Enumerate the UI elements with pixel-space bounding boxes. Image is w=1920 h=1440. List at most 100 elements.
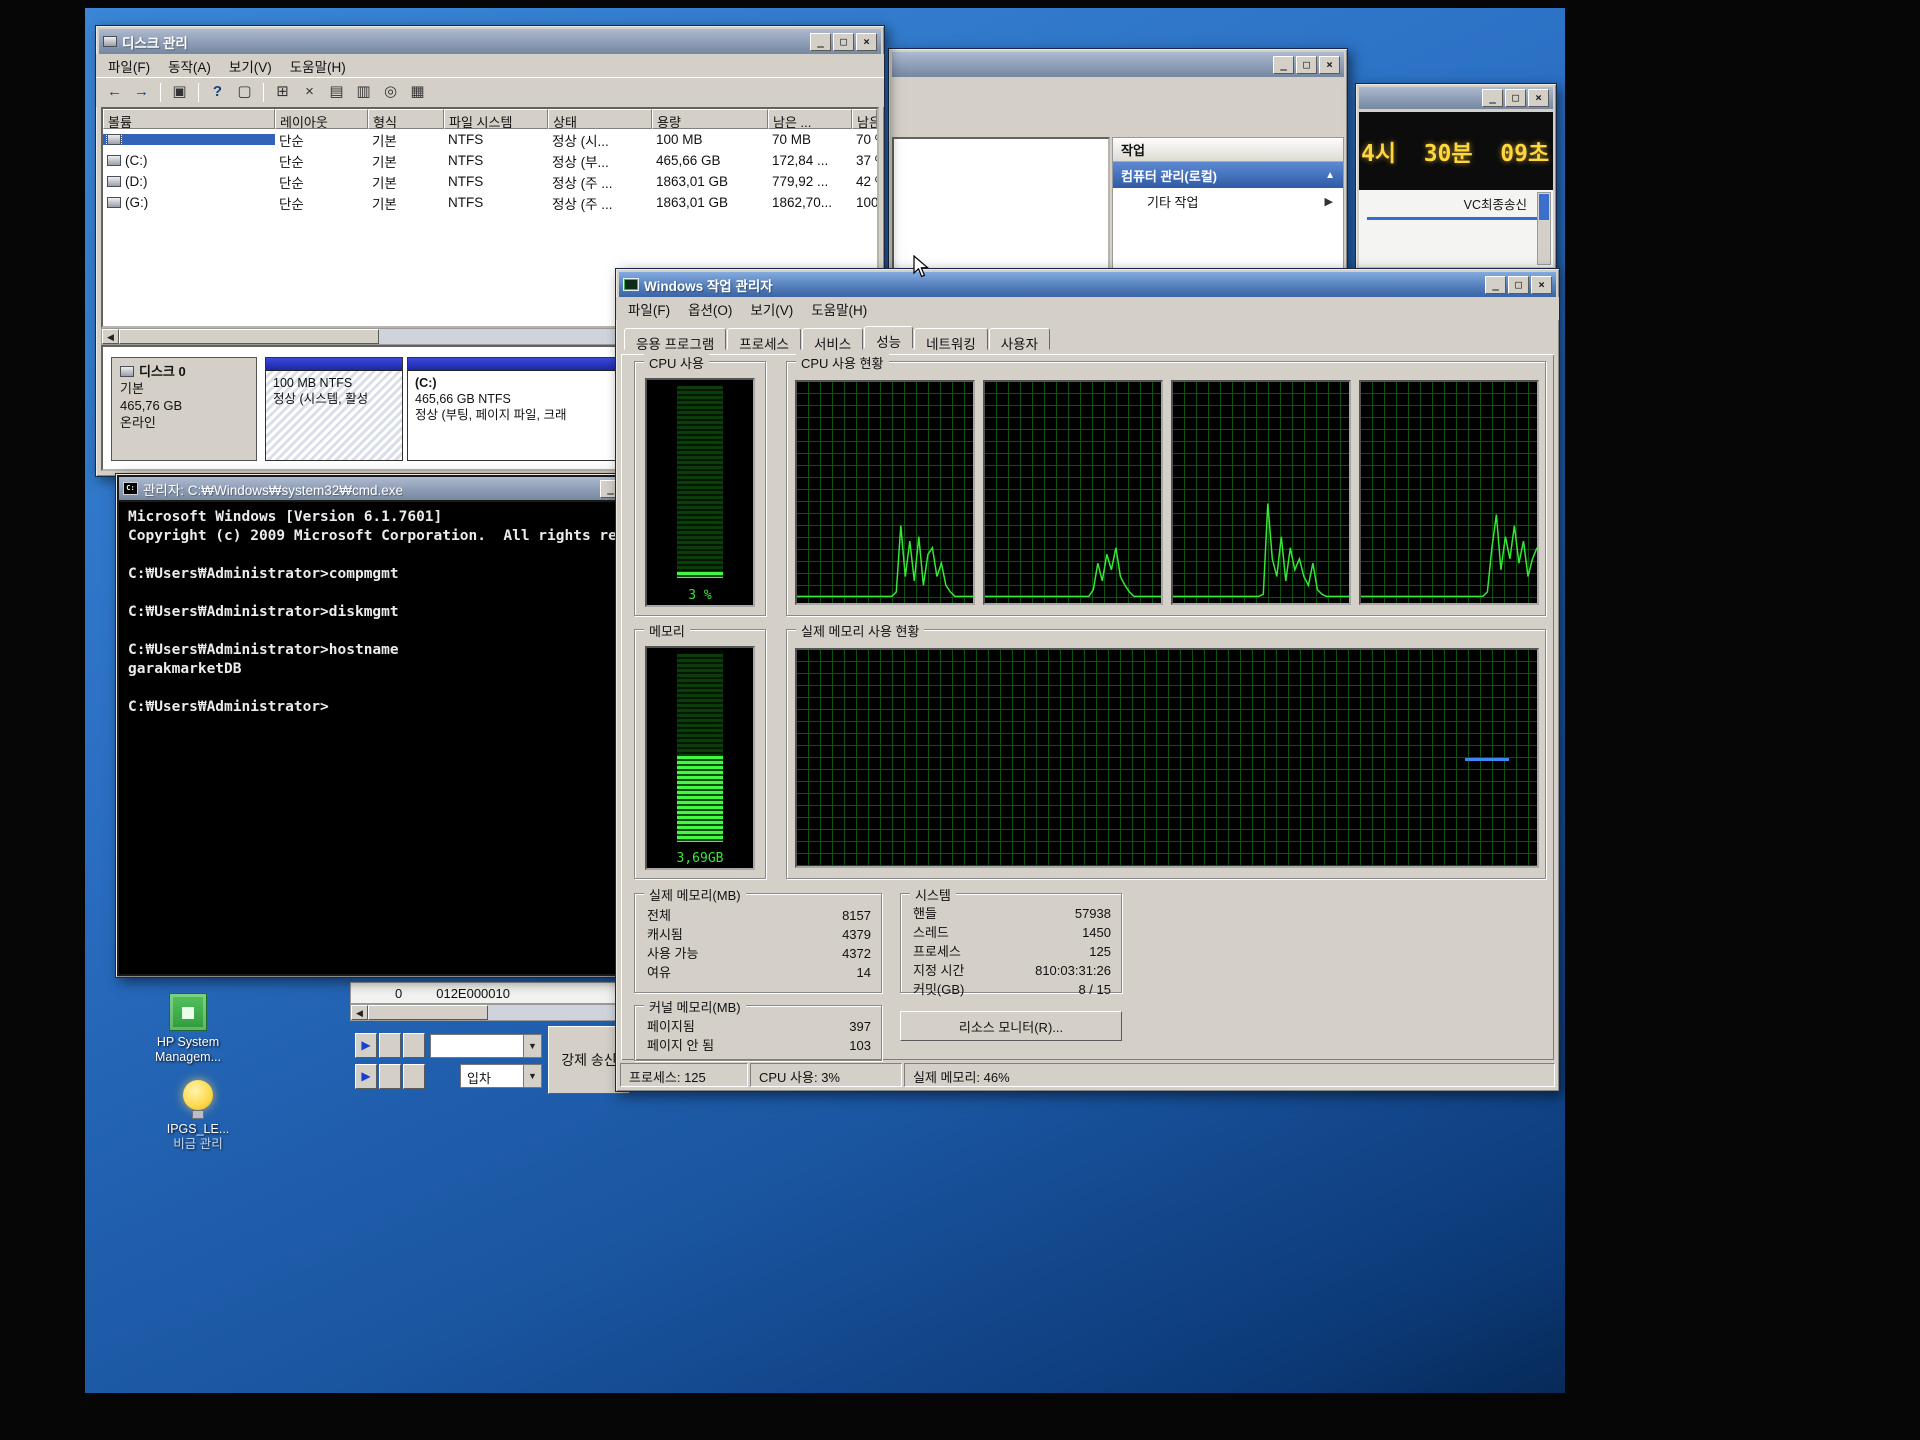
- stat-row: 지정 시간810:03:31:26: [901, 961, 1121, 980]
- play-button[interactable]: ▶: [355, 1033, 377, 1058]
- volume-row[interactable]: (D:) 단순 기본 NTFS 정상 (주 ... 1863,01 GB 779…: [103, 171, 877, 192]
- volume-cell[interactable]: (G:): [103, 195, 275, 210]
- minimize-button[interactable]: _: [1482, 89, 1503, 107]
- diskmgmt-toolbar: ← → ▣ ? ▢ ⊞ × ▤ ▥ ◎ ▦: [96, 77, 884, 107]
- scrollbar-thumb[interactable]: [1539, 194, 1549, 220]
- column-header-type[interactable]: 형식: [368, 109, 444, 129]
- volume-icon: [107, 155, 121, 166]
- help-icon[interactable]: ?: [205, 81, 230, 104]
- tab-applications[interactable]: 응용 프로그램: [624, 328, 726, 350]
- volume-cell[interactable]: (C:): [103, 153, 275, 168]
- menu-view[interactable]: 보기(V): [220, 53, 281, 79]
- dropdown-select[interactable]: ▼: [430, 1034, 542, 1058]
- search-icon[interactable]: ◎: [378, 81, 403, 104]
- menu-help[interactable]: 도움말(H): [802, 296, 876, 322]
- volume-cell[interactable]: (D:): [103, 174, 275, 189]
- scrollbar-thumb[interactable]: [119, 329, 379, 344]
- column-header-capacity[interactable]: 용량: [652, 109, 768, 129]
- diskmgmt-titlebar[interactable]: 디스크 관리 _ □ ×: [99, 29, 881, 54]
- maximize-button[interactable]: □: [1296, 56, 1317, 74]
- cell-status: 정상 (시...: [548, 130, 652, 150]
- code-strip: 0 012E000010: [350, 982, 620, 1004]
- entry-dropdown[interactable]: 입차 ▼: [460, 1064, 542, 1088]
- memory-gauge-fill: [677, 756, 723, 842]
- chevron-right-icon: ▶: [1325, 195, 1333, 208]
- back-icon[interactable]: ←: [102, 81, 127, 104]
- memory-gauge: 3,69GB: [645, 646, 755, 870]
- views-icon[interactable]: ▦: [405, 81, 430, 104]
- delete-icon[interactable]: ×: [297, 81, 322, 104]
- column-header-filesystem[interactable]: 파일 시스템: [444, 109, 548, 129]
- horizontal-scrollbar[interactable]: ◀: [350, 1004, 620, 1021]
- close-button[interactable]: ×: [1531, 276, 1552, 294]
- scroll-left-icon[interactable]: ◀: [351, 1005, 368, 1020]
- blank-button[interactable]: [403, 1064, 425, 1089]
- desktop-icon-ipgs[interactable]: IPGS_LE... 비금 관리: [143, 1080, 253, 1152]
- partition-system[interactable]: 100 MB NTFS 정상 (시스템, 활성: [265, 357, 403, 461]
- vertical-scrollbar[interactable]: [1537, 192, 1551, 265]
- minimize-button[interactable]: _: [810, 33, 831, 51]
- minimize-button[interactable]: _: [1273, 56, 1294, 74]
- column-header-status[interactable]: 상태: [548, 109, 652, 129]
- collapse-icon[interactable]: ▲: [1325, 170, 1335, 181]
- blank-button[interactable]: [403, 1033, 425, 1058]
- maximize-button[interactable]: □: [1508, 276, 1529, 294]
- open-folder-icon[interactable]: ▥: [351, 81, 376, 104]
- actions-item-more-actions[interactable]: 기타 작업 ▶: [1113, 188, 1343, 214]
- resource-monitor-button[interactable]: 리소스 모니터(R)...: [900, 1011, 1122, 1041]
- actions-item-computer-management[interactable]: 컴퓨터 관리(로컬) ▲: [1113, 162, 1343, 188]
- stat-row: 페이지 안 됨103: [635, 1036, 881, 1055]
- menu-file[interactable]: 파일(F): [619, 296, 679, 322]
- cell-status: 정상 (주 ...: [548, 193, 652, 213]
- close-button[interactable]: ×: [1528, 89, 1549, 107]
- cmd-line: garakmarketDB: [128, 660, 662, 679]
- chevron-down-icon[interactable]: ▼: [523, 1065, 541, 1087]
- volume-row[interactable]: (C:) 단순 기본 NTFS 정상 (부... 465,66 GB 172,8…: [103, 150, 877, 171]
- properties-icon[interactable]: ▤: [324, 81, 349, 104]
- forward-icon[interactable]: →: [129, 81, 154, 104]
- close-button[interactable]: ×: [856, 33, 877, 51]
- chevron-down-icon[interactable]: ▼: [523, 1035, 541, 1057]
- desktop-icon-hp-system[interactable]: HP System Managem...: [133, 993, 243, 1065]
- tab-services[interactable]: 서비스: [802, 328, 863, 350]
- play-button[interactable]: ▶: [355, 1064, 377, 1089]
- disk0-info-panel[interactable]: 디스크 0 기본 465,76 GB 온라인: [111, 357, 257, 461]
- volume-cell-selected[interactable]: [103, 134, 275, 145]
- tab-networking[interactable]: 네트워킹: [914, 328, 988, 350]
- blank-button[interactable]: [379, 1033, 401, 1058]
- minimize-button[interactable]: _: [1485, 276, 1506, 294]
- scroll-left-icon[interactable]: ◀: [102, 329, 119, 344]
- cmd-output[interactable]: Microsoft Windows [Version 6.1.7601] Cop…: [119, 502, 671, 974]
- compmgmt-titlebar[interactable]: _ □ ×: [892, 52, 1344, 77]
- column-header-layout[interactable]: 레이아웃: [275, 109, 368, 129]
- menu-options[interactable]: 옵션(O): [679, 296, 741, 322]
- maximize-button[interactable]: □: [1505, 89, 1526, 107]
- kernel-memory-groupbox: 커널 메모리(MB) 페이지됨397 페이지 안 됨103: [634, 1005, 882, 1061]
- menu-action[interactable]: 동작(A): [159, 53, 220, 79]
- blank-button[interactable]: [379, 1064, 401, 1089]
- console-window-icon[interactable]: ▣: [167, 81, 192, 104]
- close-button[interactable]: ×: [1319, 56, 1340, 74]
- cmd-titlebar[interactable]: C: 관리자: C:₩Windows₩system32₩cmd.exe _ □ …: [119, 477, 671, 500]
- volume-row[interactable]: 단순 기본 NTFS 정상 (시... 100 MB 70 MB 70 %: [103, 129, 877, 150]
- scrollbar-thumb[interactable]: [368, 1005, 488, 1020]
- tab-processes[interactable]: 프로세스: [727, 328, 801, 350]
- export-icon[interactable]: ⊞: [270, 81, 295, 104]
- clock-titlebar[interactable]: _ □ ×: [1359, 87, 1553, 109]
- column-header-volume[interactable]: 볼륨: [103, 109, 275, 129]
- cell-layout: 단순: [275, 172, 368, 192]
- tab-users[interactable]: 사용자: [989, 328, 1050, 350]
- volume-row[interactable]: (G:) 단순 기본 NTFS 정상 (주 ... 1863,01 GB 186…: [103, 192, 877, 213]
- maximize-button[interactable]: □: [833, 33, 854, 51]
- taskman-titlebar[interactable]: Windows 작업 관리자 _ □ ×: [619, 272, 1556, 297]
- menu-help[interactable]: 도움말(H): [281, 53, 355, 79]
- menu-file[interactable]: 파일(F): [99, 53, 159, 79]
- column-header-free[interactable]: 남은 ...: [768, 109, 852, 129]
- cmd-line: Copyright (c) 2009 Microsoft Corporation…: [128, 527, 662, 546]
- tab-performance[interactable]: 성능: [864, 326, 913, 348]
- menu-view[interactable]: 보기(V): [741, 296, 802, 322]
- column-header-free-pct[interactable]: 남은: [852, 109, 877, 129]
- cell-capacity: 1863,01 GB: [652, 174, 768, 189]
- window-icon[interactable]: ▢: [232, 81, 257, 104]
- memory-groupbox: 메모리 3,69GB: [634, 629, 766, 879]
